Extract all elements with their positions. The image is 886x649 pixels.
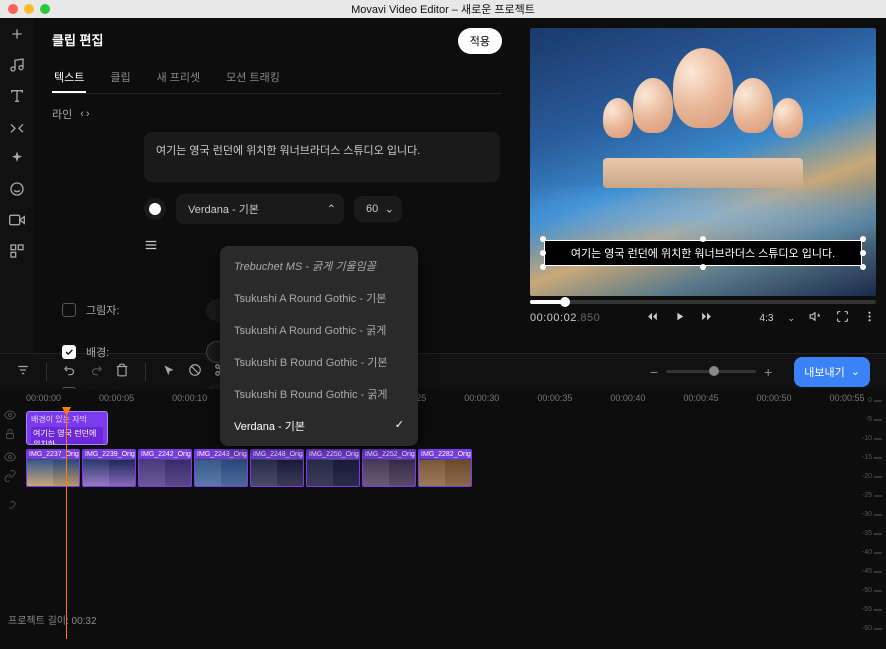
font-select[interactable]: Verdana - 기본	[176, 194, 344, 224]
text-icon[interactable]	[9, 88, 25, 107]
close-window-button[interactable]	[8, 4, 18, 14]
resize-handle[interactable]	[700, 264, 706, 270]
video-clip[interactable]: IMG_2250_Origi	[306, 449, 360, 487]
titlebar: Movavi Video Editor – 새로운 프로젝트	[0, 0, 886, 18]
track-visibility-icon[interactable]	[4, 451, 16, 466]
track-link-icon[interactable]	[4, 470, 16, 485]
delete-button[interactable]	[115, 363, 129, 380]
resize-handle[interactable]	[860, 236, 866, 242]
filter-icon[interactable]	[16, 363, 30, 380]
background-label: 배경:	[86, 344, 142, 360]
undo-button[interactable]	[63, 363, 77, 380]
tab-text[interactable]: 텍스트	[52, 63, 86, 93]
font-option[interactable]: Tsukushi B Round Gothic - 굵게	[220, 378, 418, 410]
caption-text-input[interactable]: 여기는 영국 런던에 위치한 워너브라더스 스튜디오 입니다.	[144, 132, 500, 182]
tab-clip[interactable]: 클립	[108, 63, 132, 93]
minimize-window-button[interactable]	[24, 4, 34, 14]
resize-handle[interactable]	[860, 264, 866, 270]
font-size-select[interactable]: 60	[354, 196, 402, 222]
panel-title: 클립 편집	[52, 30, 502, 49]
preview-progress[interactable]	[530, 300, 876, 304]
chevron-down-icon: ⌄	[851, 365, 860, 378]
timeline-ruler[interactable]: 00:00:0000:00:0500:00:1000:00:1500:00:20…	[0, 389, 886, 403]
next-frame-button[interactable]	[700, 310, 713, 326]
video-clips-row: IMG_2237_Origi IMG_2239_Origi IMG_2242_O…	[26, 449, 472, 487]
volume-button[interactable]	[809, 310, 822, 326]
zoom-slider[interactable]	[666, 370, 756, 373]
align-menu-icon[interactable]	[144, 238, 158, 255]
preview-panel: 여기는 영국 런던에 위치한 워너브라더스 스튜디오 입니다. 00:00:02…	[520, 18, 886, 353]
video-clip[interactable]: IMG_2242_Origi	[138, 449, 192, 487]
effects-icon[interactable]	[9, 150, 25, 169]
chevron-down-icon: ⌄	[787, 313, 795, 324]
music-icon[interactable]	[9, 57, 25, 76]
video-clip[interactable]: IMG_2282_Origi	[418, 449, 472, 487]
resize-handle[interactable]	[860, 250, 866, 256]
resize-handle[interactable]	[540, 250, 546, 256]
aspect-ratio[interactable]: 4:3	[760, 313, 774, 324]
export-button[interactable]: 내보내기⌄	[794, 357, 870, 387]
font-dropdown: Trebuchet MS - 굵게 기울임꼴 Tsukushi A Round …	[220, 246, 418, 446]
caption-overlay[interactable]: 여기는 영국 런던에 위치한 워너브라더스 스튜디오 입니다.	[544, 240, 862, 266]
track-link-icon[interactable]	[4, 501, 16, 516]
video-clip[interactable]: IMG_2237_Origi	[26, 449, 80, 487]
font-option[interactable]: Tsukushi A Round Gothic - 굵게	[220, 314, 418, 346]
caption-text: 여기는 영국 런던에 위치한 워너브라더스 스튜디오 입니다.	[544, 240, 862, 266]
background-checkbox[interactable]	[62, 345, 76, 359]
text-color-swatch[interactable]	[144, 198, 166, 220]
disable-icon[interactable]	[188, 363, 202, 380]
resize-handle[interactable]	[540, 236, 546, 242]
video-preview[interactable]: 여기는 영국 런던에 위치한 워너브라더스 스튜디오 입니다.	[530, 28, 876, 296]
playhead[interactable]	[66, 409, 67, 639]
add-icon[interactable]	[9, 26, 25, 45]
stickers-icon[interactable]	[9, 181, 25, 200]
more-tools-icon[interactable]	[9, 243, 25, 262]
line-prev-icon[interactable]: ‹	[80, 108, 84, 120]
apply-button[interactable]: 적용	[458, 28, 502, 54]
transitions-icon[interactable]	[9, 119, 25, 138]
redo-button[interactable]	[89, 363, 103, 380]
track-visibility-icon[interactable]	[4, 409, 16, 424]
timecode: 00:00:02.850	[530, 312, 600, 324]
video-clip[interactable]: IMG_2252_Origi	[362, 449, 416, 487]
left-sidebar	[0, 18, 34, 353]
line-next-icon[interactable]: ›	[86, 108, 90, 120]
shadow-label: 그림자:	[86, 302, 142, 318]
fullscreen-button[interactable]	[836, 310, 849, 326]
chevron-up-icon: ⌃	[327, 203, 336, 216]
video-clip[interactable]: IMG_2243_Origi	[194, 449, 248, 487]
window-title: Movavi Video Editor – 새로운 프로젝트	[351, 1, 535, 17]
pointer-tool[interactable]	[162, 363, 176, 380]
project-length: 프로젝트 길이: 00:32	[8, 612, 97, 627]
track-lock-icon[interactable]	[4, 428, 16, 443]
more-button[interactable]	[863, 310, 876, 326]
resize-handle[interactable]	[700, 236, 706, 242]
font-option[interactable]: Tsukushi B Round Gothic - 기본	[220, 346, 418, 378]
resize-handle[interactable]	[540, 264, 546, 270]
font-option-selected[interactable]: Verdana - 기본✓	[220, 410, 418, 442]
maximize-window-button[interactable]	[40, 4, 50, 14]
zoom-out-button[interactable]: −	[650, 364, 658, 380]
font-option[interactable]: Tsukushi A Round Gothic - 기본	[220, 282, 418, 314]
line-label: 라인	[52, 106, 72, 122]
check-icon: ✓	[395, 418, 404, 434]
record-icon[interactable]	[9, 212, 25, 231]
font-option[interactable]: Trebuchet MS - 굵게 기울임꼴	[220, 250, 418, 282]
shadow-checkbox[interactable]	[62, 303, 76, 317]
audio-meter: 0 -5 -10 -15 -20 -25 -30 -35 -40 -45 -50…	[854, 397, 882, 632]
panel-tabs: 텍스트 클립 새 프리셋 모션 트래킹	[52, 63, 502, 94]
tab-preset[interactable]: 새 프리셋	[155, 63, 203, 93]
prev-frame-button[interactable]	[646, 310, 659, 326]
zoom-in-button[interactable]: +	[764, 364, 772, 380]
caption-clip[interactable]: 배경이 있는 자막 여기는 영국 런던에 위치한	[26, 411, 108, 445]
chevron-down-icon: ⌄	[385, 203, 394, 216]
video-clip[interactable]: IMG_2239_Origi	[82, 449, 136, 487]
tab-motion-tracking[interactable]: 모션 트래킹	[224, 63, 282, 93]
video-clip[interactable]: IMG_2248_Origi	[250, 449, 304, 487]
play-button[interactable]	[673, 310, 686, 326]
timeline: 00:00:0000:00:0500:00:1000:00:1500:00:20…	[0, 389, 886, 629]
